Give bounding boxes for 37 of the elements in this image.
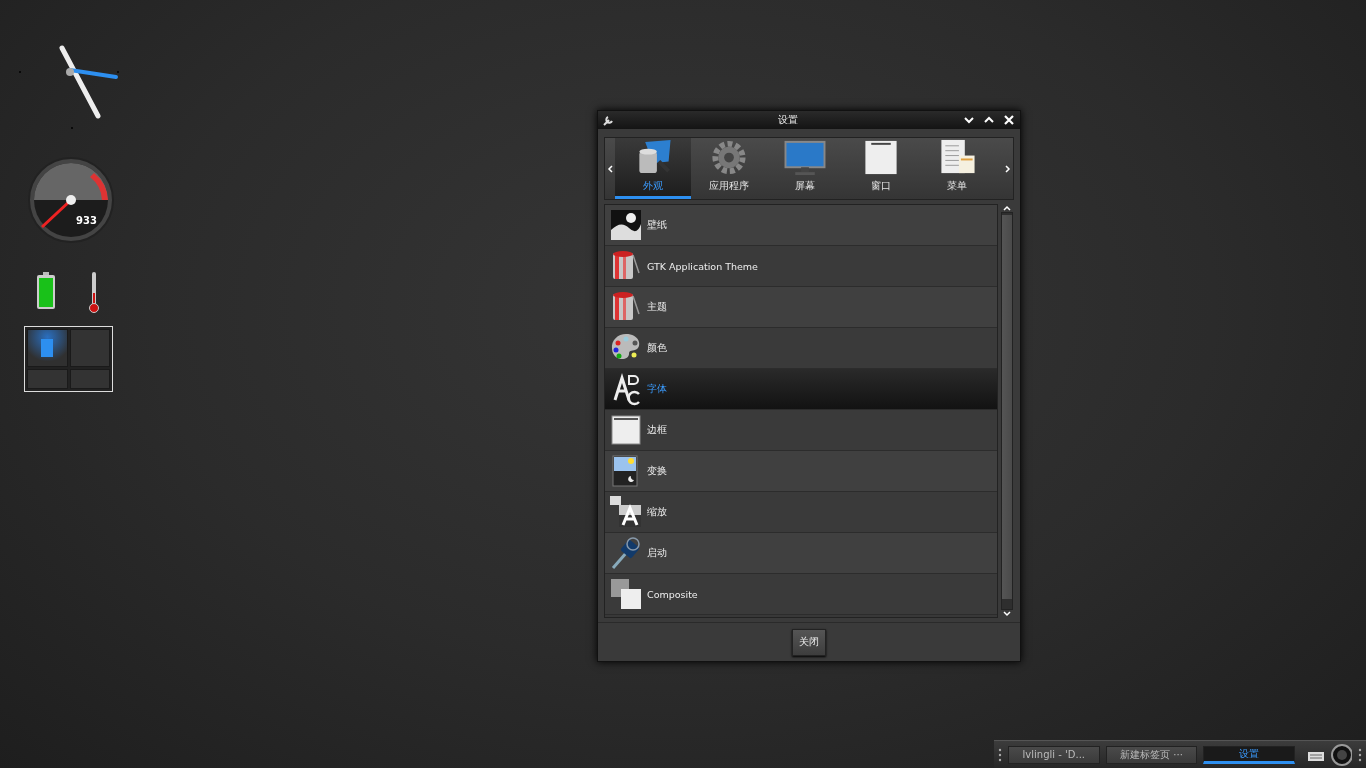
battery-icon (36, 272, 56, 310)
scrollbar-thumb[interactable] (1002, 215, 1012, 599)
gauge-reading: 933 (76, 215, 97, 226)
window-icon (609, 413, 643, 447)
thermometer-icon (87, 271, 101, 314)
category-tab[interactable]: 应用程序 (691, 138, 767, 199)
wrench-icon (602, 114, 614, 126)
scroll-left-icon[interactable] (607, 164, 613, 173)
settings-item[interactable]: 变换 (605, 451, 997, 492)
taskbar-task[interactable]: 设置 (1203, 745, 1296, 764)
category-tab[interactable]: 外观 (615, 138, 691, 199)
settings-item[interactable]: 壁纸 (605, 205, 997, 246)
scroll-right-icon[interactable] (1005, 164, 1011, 173)
landscape-icon (609, 208, 643, 242)
category-tab[interactable]: 屏幕 (767, 138, 843, 199)
scroll-down-icon[interactable] (1003, 610, 1011, 618)
key-icon (609, 536, 643, 570)
close-dialog-button[interactable]: 关闭 (792, 628, 826, 656)
letters-icon (609, 495, 643, 529)
speaker-icon[interactable] (1330, 743, 1353, 766)
monitor-icon (783, 138, 827, 177)
category-tab[interactable]: 菜单 (919, 138, 995, 199)
settings-item[interactable]: 启动 (605, 533, 997, 574)
close-button[interactable] (1002, 113, 1016, 127)
grip-icon[interactable] (1358, 746, 1363, 763)
grip-icon[interactable] (998, 746, 1002, 763)
taskbar-task[interactable]: lvlingli - 'D... (1007, 745, 1100, 764)
workspace[interactable] (27, 329, 68, 367)
scrollbar-track[interactable] (1001, 212, 1013, 610)
taskbar-task[interactable]: 新建标签页 ··· (1105, 745, 1198, 764)
settings-item[interactable]: 字体 (605, 369, 997, 410)
window-title: 设置 (777, 113, 799, 127)
category-tab[interactable]: 窗口 (843, 138, 919, 199)
settings-item[interactable]: 主题 (605, 287, 997, 328)
overlapping-windows-icon (609, 577, 643, 611)
window-thumbnail-icon (41, 339, 54, 357)
scroll-up-icon[interactable] (1003, 204, 1011, 212)
